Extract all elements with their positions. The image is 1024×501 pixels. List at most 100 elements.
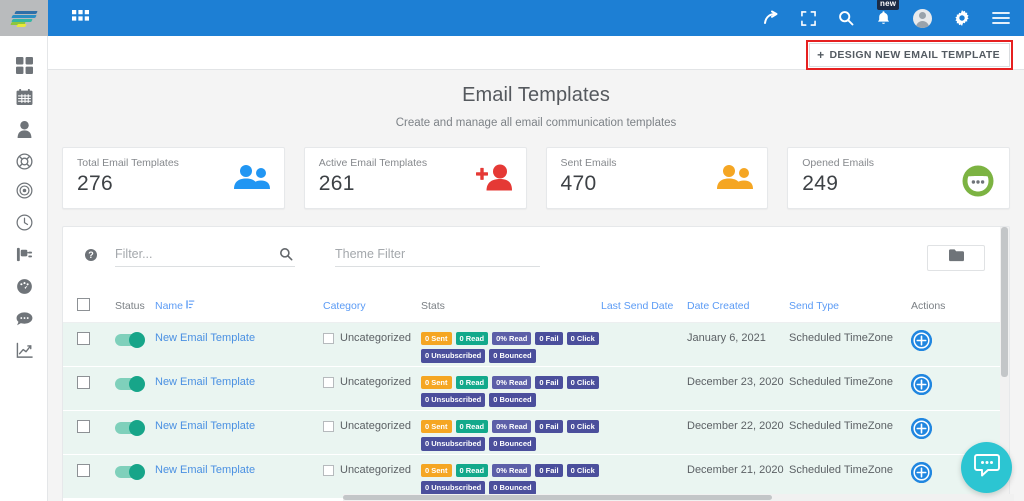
row-select-checkbox[interactable] <box>77 420 90 433</box>
table-row[interactable]: New Email Template Uncategorized 0 Sent 0 R… <box>63 367 1009 411</box>
sidebar-item-dashboard[interactable] <box>0 55 48 81</box>
send-type: Scheduled TimeZone <box>789 464 893 476</box>
sidebar-item-calendar[interactable] <box>0 87 48 113</box>
sidebar-item-targets[interactable] <box>0 180 48 206</box>
stat-card-label: Opened Emails <box>802 157 875 169</box>
add-circle-icon[interactable] <box>911 418 932 439</box>
share-arrow-icon[interactable] <box>763 10 779 26</box>
help-icon[interactable]: ? <box>85 249 97 261</box>
table-row[interactable]: New Email Template Uncategorized 0 Sent 0 R… <box>63 323 1009 367</box>
search-icon[interactable] <box>279 247 293 266</box>
stat-card-active-email-templates[interactable]: Active Email Templates 261 <box>303 147 527 209</box>
status-toggle[interactable] <box>115 376 145 392</box>
stats-badges: 0 Sent 0 Read 0% Read 0 Fail 0 Click 0 Unsubs… <box>421 464 601 495</box>
grid-apps-icon[interactable] <box>72 9 89 27</box>
template-name-link[interactable]: New Email Template <box>155 420 255 432</box>
category-checkbox[interactable] <box>323 376 334 388</box>
sidebar-item-history[interactable] <box>0 212 48 238</box>
stat-badge: 0 Fail <box>535 376 563 390</box>
design-new-email-template-button[interactable]: + DESIGN NEW EMAIL TEMPLATE <box>809 43 1010 67</box>
category-label: Uncategorized <box>340 464 411 476</box>
sidebar-item-integrations[interactable] <box>0 244 48 270</box>
app-logo[interactable] <box>0 0 48 36</box>
stat-badge: 0 Bounced <box>489 481 536 495</box>
filter-input[interactable] <box>115 245 295 267</box>
send-type: Scheduled TimeZone <box>789 376 893 388</box>
stats-badges: 0 Sent 0 Read 0% Read 0 Fail 0 Click 0 Unsubs… <box>421 420 601 451</box>
stat-badge: 0 Click <box>566 464 599 478</box>
table-row[interactable]: New Email Template Uncategorized 0 Sent 0 R… <box>63 411 1009 455</box>
stats-badges: 0 Sent 0 Read 0% Read 0 Fail 0 Click 0 Unsubs… <box>421 376 601 407</box>
stat-card-total-email-templates[interactable]: Total Email Templates 276 <box>62 147 285 209</box>
column-header-name[interactable]: Name <box>155 300 183 312</box>
category-checkbox[interactable] <box>323 464 334 476</box>
add-circle-icon[interactable] <box>911 330 932 351</box>
chat-widget-button[interactable] <box>961 442 1012 493</box>
status-toggle[interactable] <box>115 332 145 348</box>
category-checkbox[interactable] <box>323 332 334 344</box>
column-header-last-send-date[interactable]: Last Send Date <box>601 300 687 312</box>
stat-badge: 0% Read <box>492 332 532 346</box>
main-content: Email Templates Create and manage all em… <box>48 70 1024 501</box>
column-header-stats: Stats <box>421 299 445 312</box>
stat-badge: 0 Sent <box>421 332 452 346</box>
stat-badge: 0 Unsubscribed <box>421 349 486 363</box>
sidebar-item-messages[interactable] <box>0 308 48 334</box>
hamburger-menu-icon[interactable] <box>992 11 1010 25</box>
column-header-date-created[interactable]: Date Created <box>687 300 789 312</box>
theme-filter-group <box>335 245 540 267</box>
table-row[interactable]: New Email Template Uncategorized 0 Sent 0 R… <box>63 455 1009 499</box>
sidebar-item-contacts[interactable] <box>0 119 48 145</box>
gear-icon[interactable] <box>954 10 970 26</box>
stat-badge: 0 Click <box>566 376 599 390</box>
stat-badge: 0 Fail <box>535 420 563 434</box>
column-header-actions: Actions <box>911 299 946 312</box>
column-header-send-type[interactable]: Send Type <box>789 300 911 312</box>
stat-badge: 0% Read <box>492 464 532 478</box>
row-select-checkbox[interactable] <box>77 332 90 345</box>
scrollbar-thumb[interactable] <box>343 495 773 500</box>
template-name-link[interactable]: New Email Template <box>155 332 255 344</box>
search-icon[interactable] <box>838 10 854 26</box>
theme-filter-input[interactable] <box>335 245 540 267</box>
add-circle-icon[interactable] <box>911 462 932 483</box>
template-name-link[interactable]: New Email Template <box>155 376 255 388</box>
select-all-checkbox[interactable] <box>77 297 90 311</box>
horizontal-scrollbar[interactable] <box>343 494 1014 501</box>
category-checkbox[interactable] <box>323 420 334 432</box>
status-toggle[interactable] <box>115 420 145 436</box>
category-label: Uncategorized <box>340 420 411 432</box>
scrollbar-thumb[interactable] <box>1001 227 1008 377</box>
chat-bubble-icon <box>16 311 33 332</box>
row-select-checkbox[interactable] <box>77 376 90 389</box>
template-name-link[interactable]: New Email Template <box>155 464 255 476</box>
folder-button[interactable] <box>927 245 985 271</box>
row-select-checkbox[interactable] <box>77 464 90 477</box>
bullseye-target-icon <box>16 182 33 204</box>
two-people-icon <box>233 164 270 195</box>
sidebar-item-support[interactable] <box>0 151 48 177</box>
fullscreen-icon[interactable] <box>801 10 816 26</box>
avatar[interactable] <box>913 8 932 28</box>
sidebar-item-performance[interactable] <box>0 276 48 302</box>
add-person-icon <box>475 164 512 196</box>
notification-bell-icon[interactable]: new <box>876 0 900 26</box>
plus-icon: + <box>817 48 825 62</box>
category-label: Uncategorized <box>340 332 411 344</box>
stat-card-opened-emails[interactable]: Opened Emails 249 <box>787 147 1010 209</box>
status-toggle[interactable] <box>115 464 145 480</box>
person-icon <box>17 121 32 143</box>
sort-ascending-icon[interactable] <box>186 299 195 312</box>
date-created: December 21, 2020 <box>687 464 784 476</box>
column-header-category[interactable]: Category <box>323 300 421 312</box>
stat-card-label: Active Email Templates <box>318 157 428 169</box>
send-type: Scheduled TimeZone <box>789 332 893 344</box>
sidebar-item-reports[interactable] <box>0 340 48 366</box>
send-type: Scheduled TimeZone <box>789 420 893 432</box>
folder-icon <box>948 249 964 267</box>
date-created: December 22, 2020 <box>687 420 784 432</box>
stat-cards: Total Email Templates 276 Active Email T… <box>62 147 1010 209</box>
stat-card-label: Sent Emails <box>560 157 617 169</box>
stat-card-sent-emails[interactable]: Sent Emails 470 <box>545 147 769 209</box>
add-circle-icon[interactable] <box>911 374 932 395</box>
